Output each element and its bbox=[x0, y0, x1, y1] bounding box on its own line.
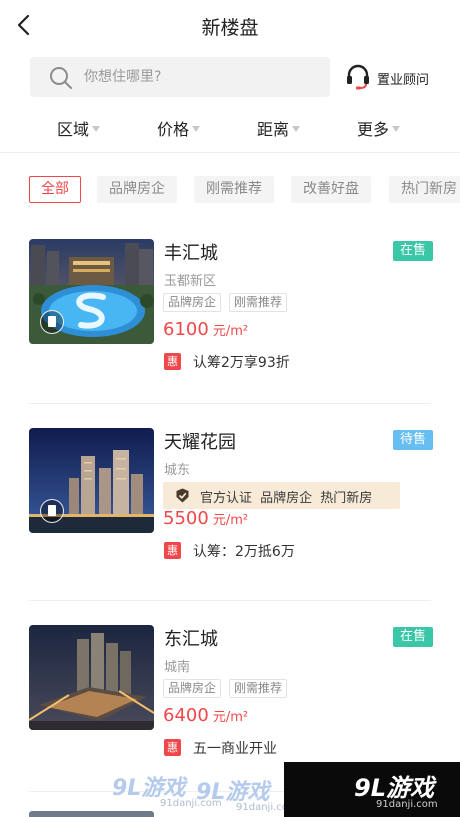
listing-photo bbox=[29, 625, 154, 730]
filter-area-label: 区域 bbox=[57, 120, 90, 139]
tag-hot[interactable]: 热门新房 bbox=[389, 176, 460, 203]
filter-more-label: 更多 bbox=[357, 120, 390, 139]
search-box[interactable] bbox=[30, 57, 330, 97]
watermark-url: 91danji.com bbox=[376, 799, 438, 810]
watermark-dark: 9L游戏 91danji.com bbox=[284, 762, 460, 817]
filter-more[interactable]: 更多 bbox=[357, 116, 401, 140]
listing-photo bbox=[29, 239, 154, 344]
tag-chips: 全部 品牌房企 刚需推荐 改善好盘 热门新房 bbox=[0, 176, 460, 204]
feature-tag: 品牌房企 bbox=[163, 679, 222, 698]
tag-essential[interactable]: 刚需推荐 bbox=[194, 176, 274, 203]
search-row: 置业顾问 bbox=[0, 57, 460, 99]
listing-photo bbox=[29, 428, 154, 533]
divider bbox=[0, 152, 460, 153]
promo-badge: 惠 bbox=[164, 353, 181, 370]
divider bbox=[29, 403, 431, 404]
caret-down-icon bbox=[292, 125, 301, 132]
verified-badge-icon bbox=[176, 488, 189, 503]
divider bbox=[29, 600, 431, 601]
feature-tag: 品牌房企 bbox=[163, 293, 222, 312]
listing-district: 城南 bbox=[164, 660, 191, 675]
caret-down-icon bbox=[192, 125, 201, 132]
search-input[interactable] bbox=[84, 57, 314, 97]
tag-brand[interactable]: 品牌房企 bbox=[97, 176, 177, 203]
listing-price: 6400 元/m² bbox=[163, 705, 248, 726]
listing-photo-image bbox=[29, 625, 154, 730]
headset-icon bbox=[347, 64, 369, 90]
promo-badge: 惠 bbox=[164, 739, 181, 756]
listing-price: 6100 元/m² bbox=[163, 319, 248, 340]
advisor-label: 置业顾问 bbox=[377, 73, 430, 88]
filter-price-label: 价格 bbox=[157, 120, 190, 139]
filter-bar: 区域 价格 距离 更多 bbox=[0, 112, 460, 144]
filter-distance-label: 距离 bbox=[257, 120, 290, 139]
listing-price: 5500 元/m² bbox=[163, 508, 248, 529]
filter-area[interactable]: 区域 bbox=[57, 116, 101, 140]
vr-icon bbox=[40, 310, 64, 334]
status-badge: 待售 bbox=[393, 430, 434, 450]
feature-tag: 刚需推荐 bbox=[229, 679, 288, 698]
status-badge: 在售 bbox=[393, 627, 434, 647]
page-title: 新楼盘 bbox=[201, 17, 259, 39]
caret-down-icon bbox=[392, 125, 401, 132]
search-icon bbox=[50, 67, 72, 89]
listing-item[interactable]: 丰汇城 在售 玉都新区 品牌房企 刚需推荐 6100 元/m² 惠 认筹2万享93… bbox=[0, 239, 460, 419]
official-text: 官方认证 品牌房企 热门新房 bbox=[200, 491, 373, 506]
filter-price[interactable]: 价格 bbox=[157, 116, 201, 140]
official-certified-bar: 官方认证 品牌房企 热门新房 bbox=[163, 482, 400, 509]
listing-item[interactable]: 天耀花园 待售 城东 官方认证 品牌房企 热门新房 5500 元/m² 惠 认筹：… bbox=[0, 428, 460, 608]
listing-name: 天耀花园 bbox=[164, 432, 236, 453]
listing-district: 城东 bbox=[164, 463, 191, 478]
watermark-logo: 9L游戏 bbox=[354, 774, 434, 802]
price-value: 6400 bbox=[163, 705, 209, 726]
price-unit: 元/m² bbox=[212, 324, 249, 339]
listing-district: 玉都新区 bbox=[164, 274, 217, 289]
promo-text: 认筹：2万抵6万 bbox=[193, 544, 295, 560]
price-value: 5500 bbox=[163, 508, 209, 529]
caret-down-icon bbox=[92, 125, 101, 132]
vr-icon bbox=[40, 499, 64, 523]
tag-upgrade[interactable]: 改善好盘 bbox=[291, 176, 371, 203]
listing-name: 丰汇城 bbox=[164, 243, 218, 264]
promo-text: 五一商业开业 bbox=[193, 741, 277, 757]
price-unit: 元/m² bbox=[212, 710, 249, 725]
price-value: 6100 bbox=[163, 319, 209, 340]
tag-all[interactable]: 全部 bbox=[29, 176, 81, 203]
status-badge: 在售 bbox=[393, 241, 434, 261]
price-unit: 元/m² bbox=[212, 513, 249, 528]
promo-badge: 惠 bbox=[164, 542, 181, 559]
watermark: 9L游戏 91danji.com 9L游戏 91danji.com 9L游戏 9… bbox=[0, 762, 460, 817]
advisor-button[interactable]: 置业顾问 bbox=[344, 61, 454, 93]
promo-text: 认筹2万享93折 bbox=[193, 355, 290, 371]
feature-tag: 刚需推荐 bbox=[229, 293, 288, 312]
filter-distance[interactable]: 距离 bbox=[257, 116, 301, 140]
listing-name: 东汇城 bbox=[164, 629, 218, 650]
header: 新楼盘 bbox=[0, 0, 460, 50]
